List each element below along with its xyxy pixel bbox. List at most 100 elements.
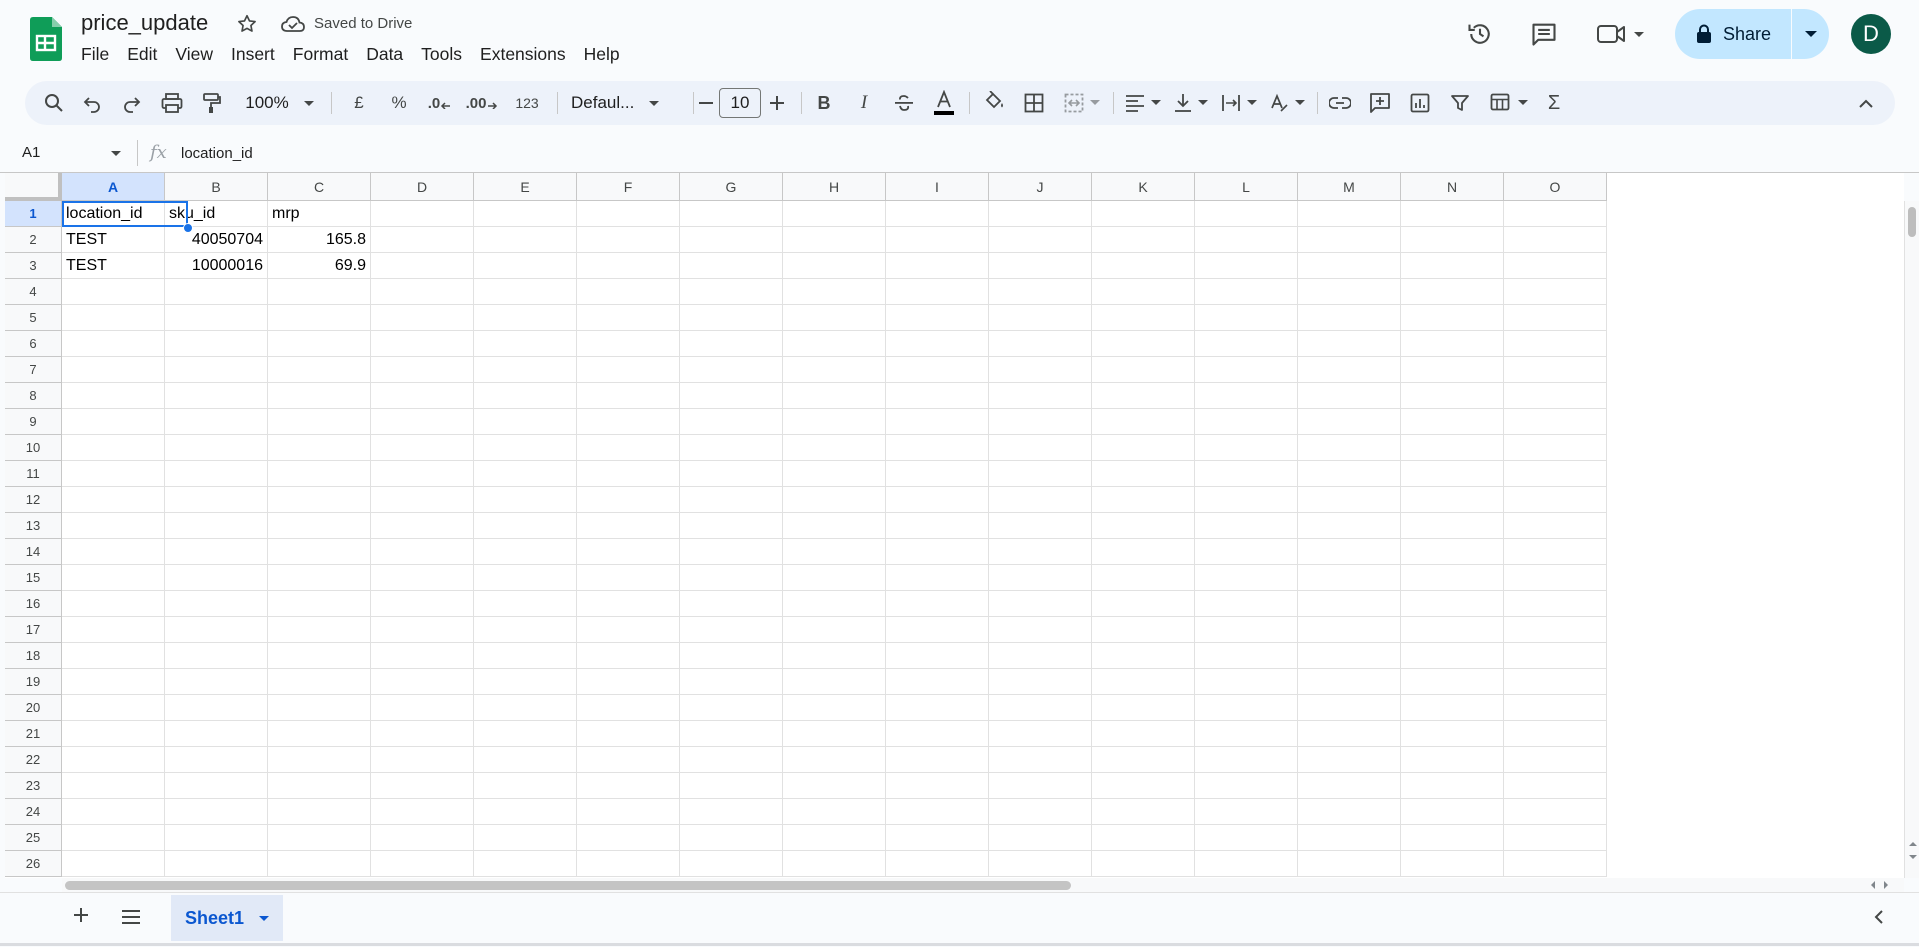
cell-i20[interactable] [886,695,989,721]
cell-k2[interactable] [1092,227,1195,253]
cell-h4[interactable] [783,279,886,305]
fill-handle[interactable] [183,223,193,233]
cell-d5[interactable] [371,305,474,331]
cell-f5[interactable] [577,305,680,331]
cell-l7[interactable] [1195,357,1298,383]
cell-j11[interactable] [989,461,1092,487]
cell-l26[interactable] [1195,851,1298,877]
cell-i9[interactable] [886,409,989,435]
cell-k14[interactable] [1092,539,1195,565]
cell-m16[interactable] [1298,591,1401,617]
cell-i17[interactable] [886,617,989,643]
cell-f26[interactable] [577,851,680,877]
cell-f21[interactable] [577,721,680,747]
cell-a26[interactable] [62,851,165,877]
cell-c12[interactable] [268,487,371,513]
column-header-h[interactable]: H [783,173,886,201]
cell-c2[interactable]: 165.8 [268,227,371,253]
cell-m13[interactable] [1298,513,1401,539]
cell-o1[interactable] [1504,201,1607,227]
cell-m19[interactable] [1298,669,1401,695]
cell-f18[interactable] [577,643,680,669]
cell-i26[interactable] [886,851,989,877]
cell-n22[interactable] [1401,747,1504,773]
cell-o20[interactable] [1504,695,1607,721]
cell-e24[interactable] [474,799,577,825]
horizontal-align-icon[interactable] [1121,81,1165,125]
cell-g11[interactable] [680,461,783,487]
column-header-a[interactable]: A [62,173,165,201]
cell-c26[interactable] [268,851,371,877]
cell-d4[interactable] [371,279,474,305]
cell-g26[interactable] [680,851,783,877]
cell-h23[interactable] [783,773,886,799]
cell-o18[interactable] [1504,643,1607,669]
cell-f4[interactable] [577,279,680,305]
cell-d16[interactable] [371,591,474,617]
column-header-c[interactable]: C [268,173,371,201]
cell-m22[interactable] [1298,747,1401,773]
cell-b15[interactable] [165,565,268,591]
cell-k9[interactable] [1092,409,1195,435]
insert-link-icon[interactable] [1325,81,1355,125]
cell-b6[interactable] [165,331,268,357]
cell-m2[interactable] [1298,227,1401,253]
cell-j26[interactable] [989,851,1092,877]
cell-i14[interactable] [886,539,989,565]
cell-g14[interactable] [680,539,783,565]
document-title[interactable]: price_update [81,10,208,36]
cell-g7[interactable] [680,357,783,383]
cell-k10[interactable] [1092,435,1195,461]
cell-k3[interactable] [1092,253,1195,279]
cell-o9[interactable] [1504,409,1607,435]
cell-c13[interactable] [268,513,371,539]
cell-a17[interactable] [62,617,165,643]
row-header-25[interactable]: 25 [5,825,62,851]
cell-a23[interactable] [62,773,165,799]
cell-i7[interactable] [886,357,989,383]
cell-c14[interactable] [268,539,371,565]
row-header-3[interactable]: 3 [5,253,62,279]
cell-g22[interactable] [680,747,783,773]
cell-b7[interactable] [165,357,268,383]
cell-g3[interactable] [680,253,783,279]
star-icon[interactable] [236,13,258,35]
cell-g15[interactable] [680,565,783,591]
cell-f20[interactable] [577,695,680,721]
cell-d25[interactable] [371,825,474,851]
cell-k16[interactable] [1092,591,1195,617]
cell-h1[interactable] [783,201,886,227]
cell-k7[interactable] [1092,357,1195,383]
table-view-icon[interactable] [1487,81,1531,125]
cell-b17[interactable] [165,617,268,643]
cell-n21[interactable] [1401,721,1504,747]
column-header-o[interactable]: O [1504,173,1607,201]
cell-o19[interactable] [1504,669,1607,695]
cell-d13[interactable] [371,513,474,539]
menu-data[interactable]: Data [357,42,412,67]
account-avatar[interactable]: D [1851,14,1891,54]
cell-m25[interactable] [1298,825,1401,851]
cell-c21[interactable] [268,721,371,747]
cell-a9[interactable] [62,409,165,435]
cell-g17[interactable] [680,617,783,643]
decrease-font-size-icon[interactable] [697,81,715,125]
cell-n14[interactable] [1401,539,1504,565]
cell-f14[interactable] [577,539,680,565]
row-header-14[interactable]: 14 [5,539,62,565]
cell-c4[interactable] [268,279,371,305]
cell-j13[interactable] [989,513,1092,539]
cell-f1[interactable] [577,201,680,227]
cell-e20[interactable] [474,695,577,721]
cell-a4[interactable] [62,279,165,305]
cell-f11[interactable] [577,461,680,487]
cell-d10[interactable] [371,435,474,461]
row-header-15[interactable]: 15 [5,565,62,591]
cell-c7[interactable] [268,357,371,383]
cell-f17[interactable] [577,617,680,643]
cell-h5[interactable] [783,305,886,331]
cell-c23[interactable] [268,773,371,799]
cell-i13[interactable] [886,513,989,539]
cell-f10[interactable] [577,435,680,461]
cell-d26[interactable] [371,851,474,877]
